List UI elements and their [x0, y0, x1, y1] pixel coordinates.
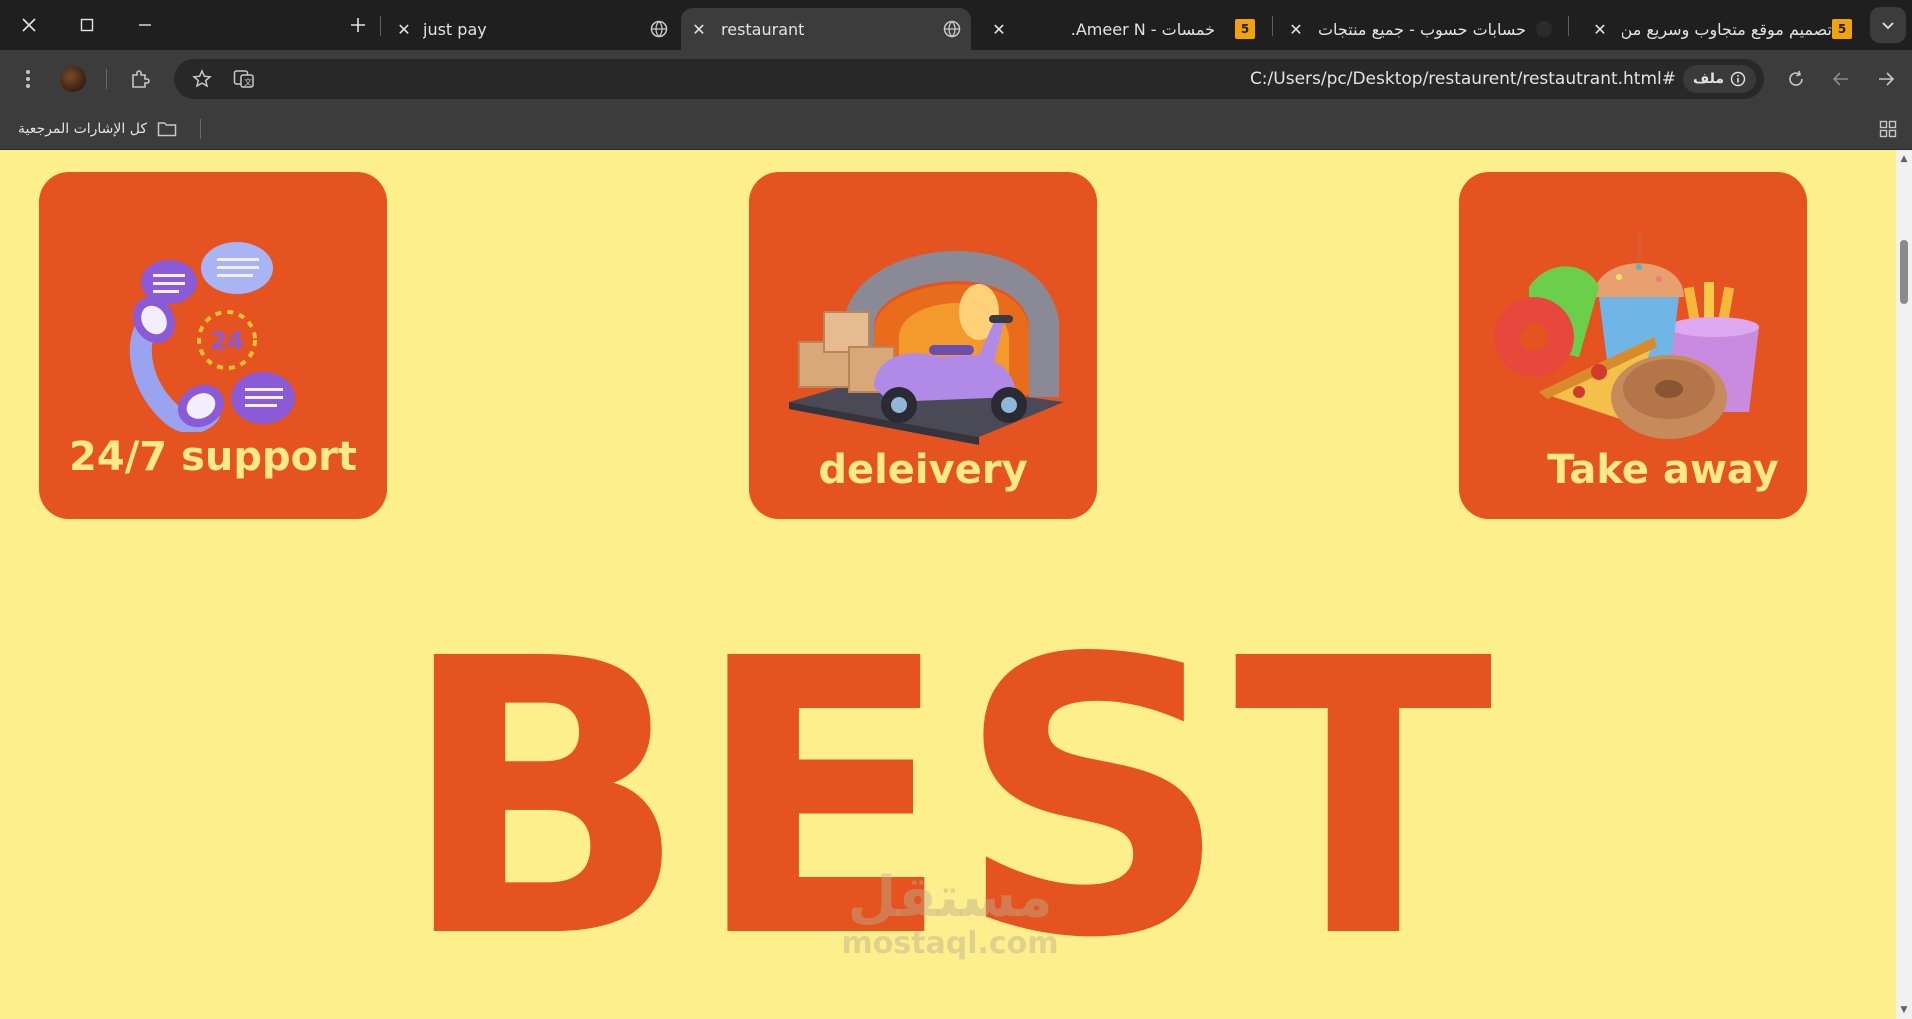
profile-button[interactable] — [55, 61, 91, 97]
scrollbar-thumb[interactable] — [1900, 240, 1908, 304]
globe-icon — [943, 20, 961, 38]
tab-favicon-icon: 5 — [1235, 19, 1255, 39]
bookmarks-bar: كل الإشارات المرجعية — [0, 108, 1912, 150]
tab-strip: ✕ just pay ✕ restaurant ✕ خمسات - Ameer … — [0, 0, 1912, 50]
menu-button[interactable] — [10, 61, 46, 97]
tab-favicon-icon: 5 — [1832, 19, 1852, 39]
apps-grid-button[interactable] — [1870, 111, 1906, 147]
omnibox[interactable]: 文 C:/Users/pc/Desktop/restaurent/restaut… — [174, 59, 1764, 99]
support-card[interactable]: 24 24/7 support — [39, 172, 387, 519]
maximize-window-button[interactable] — [58, 0, 116, 50]
tab-title: خمسات - Ameer N. — [1070, 19, 1215, 39]
close-window-button[interactable] — [0, 0, 58, 50]
take-away-card[interactable]: Take away — [1459, 172, 1807, 519]
watermark-arabic: مستقل — [847, 865, 1053, 930]
page-scrollbar[interactable]: ▲ ▼ — [1896, 150, 1912, 1019]
mostaql-watermark: مستقل mostaql.com — [820, 865, 1080, 962]
info-icon — [1730, 71, 1746, 87]
tab-search-button[interactable] — [1870, 7, 1906, 43]
translate-button[interactable]: 文 — [226, 61, 262, 97]
all-bookmarks-button[interactable]: كل الإشارات المرجعية — [18, 108, 177, 150]
plus-icon — [351, 18, 365, 32]
svg-text:文: 文 — [244, 77, 252, 87]
browser-toolbar: 文 C:/Users/pc/Desktop/restaurent/restaut… — [0, 50, 1912, 108]
tab-mostaql-project[interactable]: ✕ تصميم موقع متجاوب وسريع من البداية 5 — [1572, 8, 1862, 50]
tab-restaurant[interactable]: ✕ restaurant — [681, 8, 971, 50]
new-tab-button[interactable] — [340, 7, 376, 43]
card-label: 24/7 support — [69, 434, 357, 480]
grid-icon — [1879, 120, 1897, 138]
tab-just-pay[interactable]: ✕ just pay — [388, 8, 678, 50]
tab-hsoub-accounts[interactable]: ✕ حسابات حسوب - جميع منتجات حسوب — [1276, 8, 1566, 50]
page-viewport: 24 24/7 support deleivery Take away BEST… — [0, 150, 1896, 1019]
tab-close-icon[interactable]: ✕ — [394, 19, 414, 39]
tab-close-icon[interactable]: ✕ — [1590, 19, 1610, 39]
globe-icon — [650, 20, 668, 38]
site-info-chip[interactable]: ملف — [1682, 65, 1756, 93]
tab-title: just pay — [423, 19, 487, 39]
card-label: Take away — [1547, 447, 1779, 493]
back-button[interactable] — [1868, 61, 1904, 97]
minimize-icon — [139, 24, 151, 26]
svg-text:24: 24 — [210, 327, 243, 355]
tab-title: تصميم موقع متجاوب وسريع من البداية — [1622, 19, 1832, 39]
url-text: C:/Users/pc/Desktop/restaurent/restautra… — [1249, 69, 1676, 89]
card-label: deleivery — [818, 447, 1028, 493]
bookmark-star-button[interactable] — [184, 61, 220, 97]
delivery-scooter-icon — [789, 251, 1064, 445]
arrow-left-icon — [1832, 72, 1848, 86]
translate-icon: 文 — [233, 70, 254, 88]
scroll-down-icon[interactable]: ▼ — [1899, 1005, 1909, 1015]
hsoub-favicon-icon — [1536, 21, 1552, 37]
close-icon — [22, 18, 36, 32]
tab-close-icon[interactable]: ✕ — [1286, 19, 1306, 39]
puzzle-icon — [132, 70, 150, 88]
reload-icon — [1789, 70, 1803, 86]
support-24-7-icon: 24 — [129, 242, 295, 432]
chevron-down-icon — [1882, 22, 1894, 30]
avatar — [60, 66, 86, 92]
kebab-menu-icon — [26, 70, 30, 88]
forward-button[interactable] — [1823, 61, 1859, 97]
extensions-button[interactable] — [122, 61, 158, 97]
folder-icon — [157, 122, 177, 137]
tab-close-icon[interactable]: ✕ — [689, 19, 709, 39]
star-icon — [192, 69, 212, 88]
tab-close-icon[interactable]: ✕ — [989, 19, 1009, 39]
minimize-window-button[interactable] — [116, 0, 174, 50]
tab-title: حسابات حسوب - جميع منتجات حسوب — [1316, 19, 1526, 39]
maximize-icon — [80, 18, 94, 32]
watermark-latin: mostaql.com — [841, 926, 1059, 961]
arrow-right-icon — [1879, 72, 1895, 86]
tab-title: restaurant — [721, 19, 805, 39]
chip-label: ملف — [1692, 71, 1724, 87]
reload-button[interactable] — [1778, 61, 1814, 97]
fast-food-icon — [1494, 232, 1759, 439]
all-bookmarks-label: كل الإشارات المرجعية — [18, 121, 147, 137]
scroll-up-icon[interactable]: ▲ — [1899, 154, 1909, 164]
delivery-card[interactable]: deleivery — [749, 172, 1097, 519]
tab-khamsat[interactable]: ✕ خمسات - Ameer N. 5 — [975, 8, 1265, 50]
